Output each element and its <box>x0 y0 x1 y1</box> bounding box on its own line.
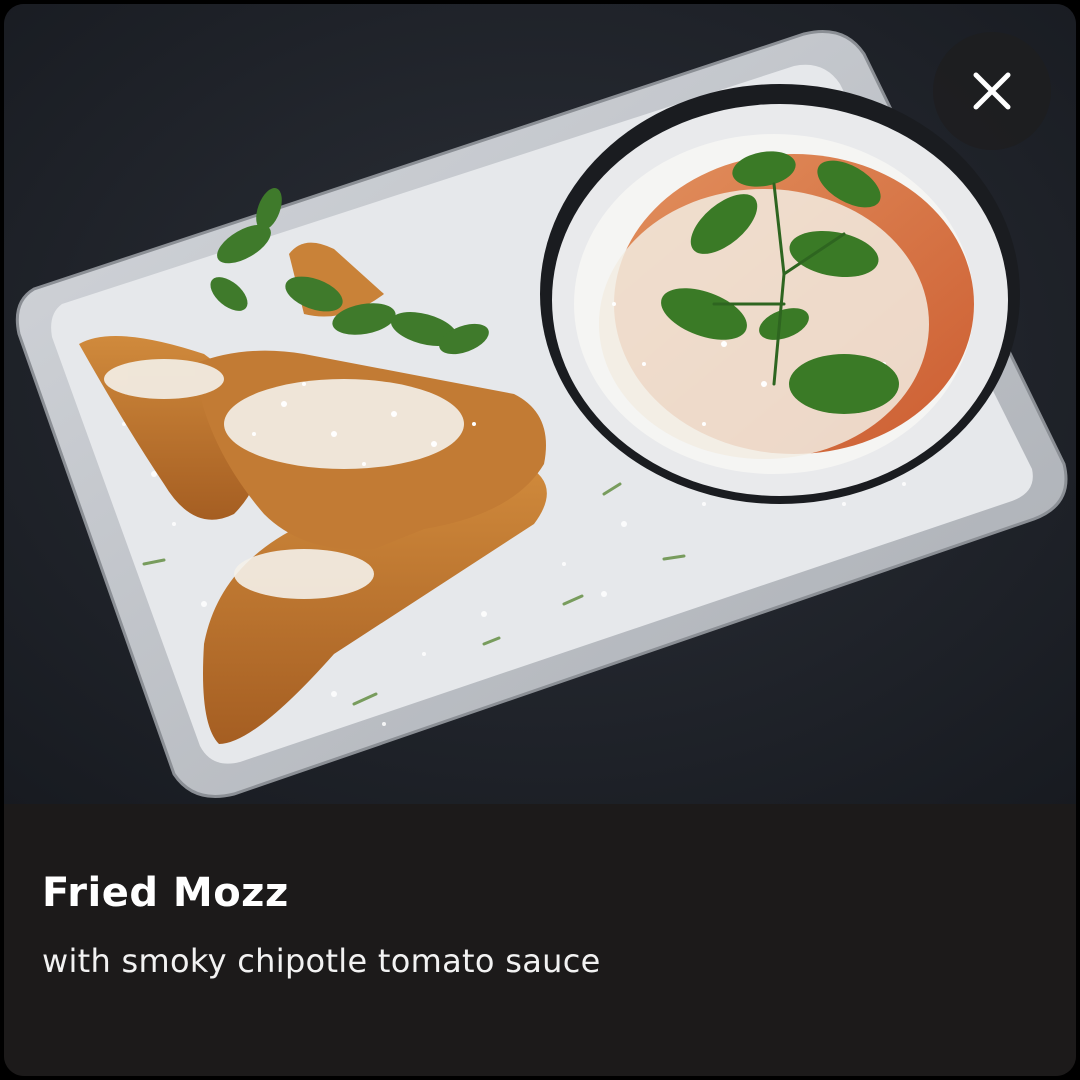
close-icon <box>970 69 1014 113</box>
dish-title: Fried Mozz <box>42 870 289 916</box>
dish-card: Fried Mozz with smoky chipotle tomato sa… <box>4 4 1076 1076</box>
caption-panel <box>4 804 1076 1076</box>
food-photo <box>4 4 1076 804</box>
dish-description: with smoky chipotle tomato sauce <box>42 942 601 980</box>
close-button[interactable] <box>933 32 1051 150</box>
